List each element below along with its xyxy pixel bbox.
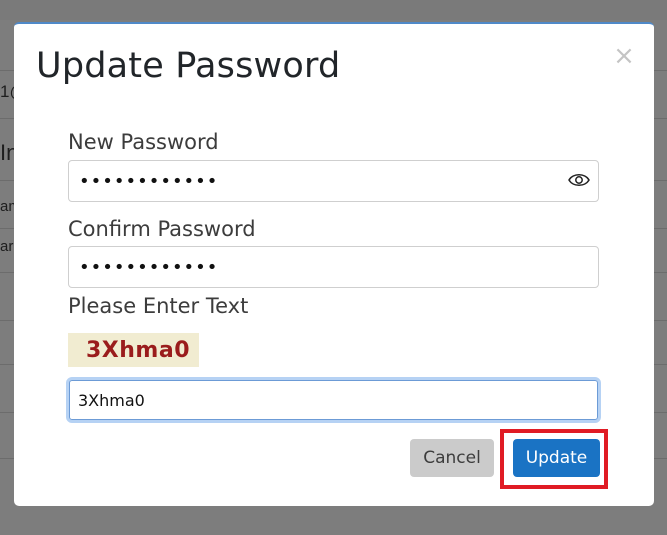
confirm-password-field[interactable]: •••••••••••• (68, 246, 599, 288)
eye-icon[interactable] (568, 171, 590, 189)
confirm-password-label: Confirm Password (68, 217, 256, 241)
captcha-input[interactable]: 3Xhma0 (66, 377, 601, 423)
cancel-button[interactable]: Cancel (410, 439, 494, 477)
captcha-image: 3Xhma0 (68, 333, 199, 367)
new-password-field[interactable]: •••••••••••• (68, 160, 599, 202)
update-password-modal: Update Password × New Password •••••••••… (14, 22, 654, 506)
background-topbar (0, 0, 667, 20)
close-icon[interactable]: × (612, 43, 636, 69)
confirm-password-value: •••••••••••• (79, 257, 219, 278)
new-password-value: •••••••••••• (79, 171, 219, 192)
captcha-input-value: 3Xhma0 (78, 391, 145, 410)
update-button[interactable]: Update (513, 439, 600, 477)
captcha-image-text: 3Xhma0 (86, 338, 191, 363)
captcha-label: Please Enter Text (68, 294, 249, 318)
background-cell-fragment: ar (0, 238, 14, 255)
modal-title: Update Password (36, 46, 341, 86)
new-password-label: New Password (68, 130, 219, 154)
